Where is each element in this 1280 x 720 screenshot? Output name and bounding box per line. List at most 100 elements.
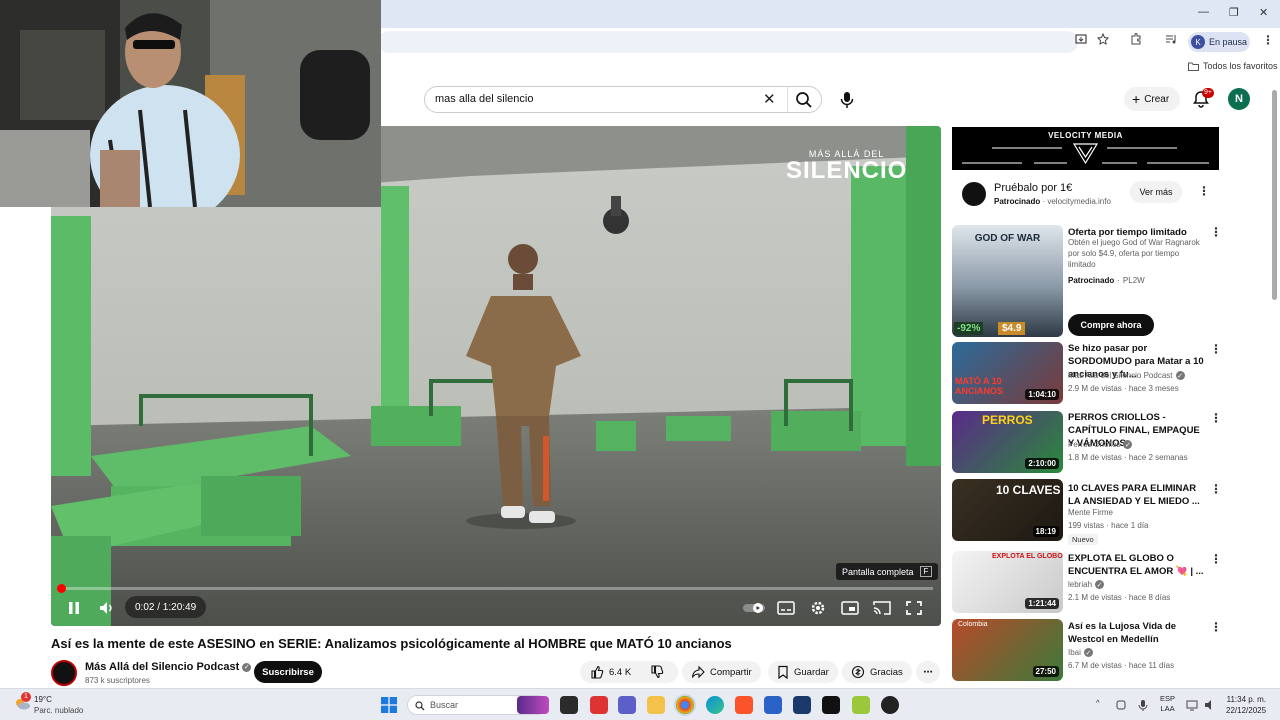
miniplayer-icon[interactable] — [839, 598, 861, 618]
channel-name[interactable]: Más Allá del Silencio Podcast — [1068, 371, 1173, 380]
taskbar-search-highlight[interactable] — [517, 696, 549, 714]
taskbar-app-edge[interactable] — [706, 696, 724, 714]
video-thumbnail[interactable]: PERROS 2:10:00 — [952, 411, 1063, 473]
pause-icon[interactable] — [63, 598, 85, 618]
video-more-icon[interactable]: ⋮ — [1210, 482, 1222, 496]
subtitles-icon[interactable] — [775, 598, 797, 618]
channel-avatar[interactable] — [51, 660, 77, 686]
buy-now-button[interactable]: Compre ahora — [1068, 314, 1154, 336]
share-button[interactable]: Compartir — [682, 661, 761, 683]
progress-bar[interactable] — [56, 584, 933, 593]
like-icon[interactable] — [590, 665, 604, 679]
video-thumbnail[interactable]: 10 CLAVES 18:19 — [952, 479, 1063, 541]
taskbar-app-7[interactable] — [793, 696, 811, 714]
taskbar-app-1[interactable] — [590, 696, 608, 714]
profile-button[interactable]: K En pausa — [1188, 32, 1250, 52]
like-count[interactable]: 6.4 K — [609, 667, 631, 678]
speaker-icon[interactable] — [1204, 699, 1216, 711]
ad-domain: velocitymedia.info — [1047, 197, 1111, 206]
video-title-link[interactable]: 10 CLAVES PARA ELIMINAR LA ANSIEDAD Y EL… — [1068, 482, 1208, 508]
media-control-icon[interactable] — [1165, 33, 1177, 45]
video-title-link[interactable]: EXPLOTA EL GLOBO O ENCUENTRA EL AMOR 💘 |… — [1068, 552, 1208, 578]
taskbar-app-9[interactable] — [852, 696, 870, 714]
subscribe-button[interactable]: Suscribirse — [254, 661, 322, 683]
video-more-icon[interactable]: ⋮ — [1210, 342, 1222, 356]
install-app-icon[interactable] — [1075, 33, 1087, 45]
windows-start-icon[interactable] — [381, 697, 397, 713]
network-icon[interactable] — [1186, 699, 1198, 711]
list-item[interactable]: 10 CLAVES 18:19 10 CLAVES PARA ELIMINAR … — [952, 479, 1222, 549]
fullscreen-icon[interactable] — [903, 598, 925, 618]
video-more-icon[interactable]: ⋮ — [1210, 552, 1222, 566]
tray-app-icon[interactable] — [1115, 699, 1127, 711]
bookmark-star-icon[interactable] — [1097, 33, 1109, 45]
ad-card[interactable]: Pruébalo por 1€ Patrocinado · velocityme… — [952, 170, 1219, 216]
channel-line: Perros Criollos ✓ — [1068, 440, 1133, 449]
taskbar-app-brave[interactable] — [735, 696, 753, 714]
channel-name-link[interactable]: Más Allá del Silencio Podcast ✓ — [85, 661, 252, 673]
taskbar-app-chrome[interactable] — [676, 696, 694, 714]
volume-icon[interactable] — [96, 598, 118, 618]
create-button[interactable]: + Crear — [1124, 87, 1180, 111]
close-window-button[interactable]: ✕ — [1259, 6, 1268, 19]
search-input[interactable]: mas alla del silencio ✕ — [424, 86, 822, 113]
taskbar-app-task-view[interactable] — [560, 696, 578, 714]
taskbar-app-10[interactable] — [881, 696, 899, 714]
system-clock[interactable]: 11:34 p. m. 22/12/2025 — [1226, 694, 1266, 716]
ad-more-icon[interactable]: ⋮ — [1198, 184, 1210, 198]
tray-overflow-icon[interactable]: ^ — [1096, 698, 1100, 708]
thanks-button[interactable]: Gracias — [842, 661, 912, 683]
extensions-icon[interactable] — [1130, 33, 1142, 45]
channel-name[interactable]: lebriah — [1068, 580, 1092, 589]
list-item[interactable]: EXPLOTA EL GLOBO 1:21:44 EXPLOTA EL GLOB… — [952, 551, 1222, 615]
more-icon[interactable]: ⋯ — [916, 661, 940, 683]
video-title-link[interactable]: Así es la Lujosa Vida de Westcol en Mede… — [1068, 620, 1208, 646]
taskbar-app-explorer[interactable] — [647, 696, 665, 714]
clear-icon[interactable]: ✕ — [763, 90, 776, 108]
list-item[interactable]: Colombia 27:50 Así es la Lujosa Vida de … — [952, 619, 1222, 683]
video-thumbnail[interactable]: EXPLOTA EL GLOBO 1:21:44 — [952, 551, 1063, 613]
verified-icon: ✓ — [1123, 440, 1133, 449]
mic-tray-icon[interactable] — [1137, 699, 1149, 711]
minimize-button[interactable]: — — [1198, 6, 1209, 18]
taskbar-app-6[interactable] — [764, 696, 782, 714]
address-field[interactable] — [378, 31, 1078, 53]
ad-banner-image[interactable]: VELOCITY MEDIA — [952, 127, 1219, 170]
progress-scrubber[interactable] — [56, 584, 66, 593]
dislike-icon[interactable] — [650, 665, 664, 679]
cast-icon[interactable] — [871, 598, 893, 618]
video-thumbnail[interactable]: MATÓ A 10 ANCIANOS 1:04:10 — [952, 342, 1063, 404]
save-button[interactable]: Guardar — [768, 661, 838, 683]
sponsored-game-ad[interactable]: GOD OF WAR -92% $4.9 Oferta por tiempo l… — [952, 225, 1222, 340]
taskbar-app-8[interactable] — [822, 696, 840, 714]
search-icon[interactable] — [795, 91, 813, 109]
fullscreen-tooltip: Pantalla completa F — [836, 563, 939, 580]
language-indicator[interactable]: ESP LAA — [1160, 694, 1175, 714]
all-bookmarks-button[interactable]: Todos los favoritos — [1188, 61, 1278, 71]
video-more-icon[interactable]: ⋮ — [1210, 411, 1222, 425]
maximize-button[interactable]: ❐ — [1229, 6, 1239, 19]
price-badge: $4.9 — [998, 322, 1026, 335]
page-scrollbar[interactable] — [1272, 90, 1277, 300]
weather-alert-badge: 1 — [21, 692, 31, 702]
ad-game-more-icon[interactable]: ⋮ — [1210, 225, 1222, 239]
channel-name: Más Allá del Silencio Podcast — [85, 661, 240, 673]
verified-icon: ✓ — [242, 662, 252, 672]
channel-name[interactable]: Ibai — [1068, 648, 1081, 657]
ad-sponsor-line: Patrocinado · velocitymedia.info — [994, 197, 1111, 206]
subscriber-count: 873 k suscriptores — [85, 676, 150, 685]
autoplay-toggle[interactable] — [741, 598, 767, 618]
account-avatar[interactable]: N — [1228, 88, 1250, 110]
ad-game-thumbnail[interactable]: GOD OF WAR -92% $4.9 — [952, 225, 1063, 337]
settings-icon[interactable] — [807, 598, 829, 618]
taskbar-app-teams[interactable] — [618, 696, 636, 714]
video-thumbnail[interactable]: Colombia 27:50 — [952, 619, 1063, 681]
mic-icon[interactable] — [836, 89, 858, 111]
video-more-icon[interactable]: ⋮ — [1210, 620, 1222, 634]
ad-cta-button[interactable]: Ver más — [1130, 181, 1182, 203]
channel-name[interactable]: Perros Criollos — [1068, 440, 1120, 449]
list-item[interactable]: MATÓ A 10 ANCIANOS 1:04:10 Se hizo pasar… — [952, 342, 1222, 406]
browser-menu-icon[interactable]: ⋮ — [1262, 33, 1274, 47]
channel-name[interactable]: Mente Firme — [1068, 508, 1113, 517]
list-item[interactable]: PERROS 2:10:00 PERROS CRIOLLOS - CAPÍTUL… — [952, 411, 1222, 475]
